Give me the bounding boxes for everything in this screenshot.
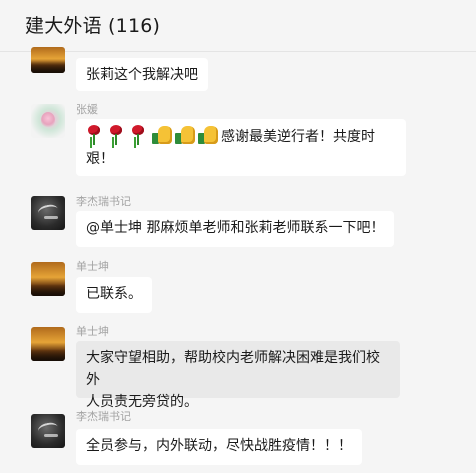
message-text: 已联系。: [86, 286, 142, 302]
sender-name: 李杰瑞书记: [76, 410, 131, 423]
message-bubble: 全员参与，内外联动，尽快战胜疫情！！！: [76, 429, 362, 465]
sender-name: 张媛: [76, 103, 98, 116]
chat-header: 建大外语 (116): [0, 0, 476, 52]
avatar[interactable]: [31, 327, 65, 361]
message-text-line: 人员责无旁贷的。: [86, 394, 198, 410]
sender-name: 李杰瑞书记: [76, 195, 131, 208]
message-text-line: 大家守望相助，帮助校内老师解决困难是我们校外: [86, 350, 380, 388]
message-text: 全员参与，内外联动，尽快战胜疫情！！！: [86, 438, 352, 454]
sender-name: 单士坤: [76, 325, 109, 338]
thumbs-up-icon: [152, 125, 174, 145]
message-bubble: 已联系。: [76, 277, 152, 313]
avatar[interactable]: [31, 414, 65, 448]
sender-name: 单士坤: [76, 260, 109, 273]
avatar[interactable]: [31, 47, 65, 73]
message-bubble: 大家守望相助，帮助校内老师解决困难是我们校外 人员责无旁贷的。: [76, 341, 400, 410]
thumbs-up-icon: [175, 125, 197, 145]
avatar[interactable]: [31, 104, 65, 138]
message-text: 张莉这个我解决吧: [86, 67, 198, 83]
avatar[interactable]: [31, 262, 65, 296]
rose-icon: [86, 125, 102, 145]
rose-icon: [108, 125, 124, 145]
group-title: 建大外语 (116): [25, 15, 161, 37]
avatar[interactable]: [31, 196, 65, 230]
message-text: @单士坤 那麻烦单老师和张莉老师联系一下吧！: [86, 220, 385, 236]
message-bubble: 张莉这个我解决吧: [76, 58, 208, 91]
message-bubble: 感谢最美逆行者！共度时艰！: [76, 119, 406, 176]
thumbs-up-icon: [198, 125, 220, 145]
message-bubble: @单士坤 那麻烦单老师和张莉老师联系一下吧！: [76, 211, 395, 247]
rose-icon: [130, 125, 146, 145]
